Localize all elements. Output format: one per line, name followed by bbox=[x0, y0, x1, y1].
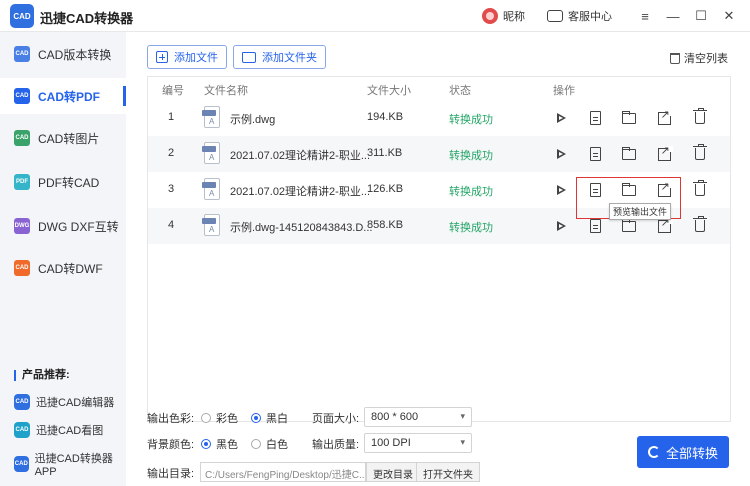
preview-tooltip: 预览输出文件 bbox=[609, 203, 672, 220]
table-header: 编号 文件名称 文件大小 状态 操作 bbox=[148, 77, 730, 99]
clear-list-button[interactable]: 清空列表 bbox=[670, 50, 728, 66]
delete-icon[interactable] bbox=[691, 180, 709, 199]
plus-icon bbox=[156, 51, 168, 63]
sidebar-item-cad-to-pdf[interactable]: CAD CAD转PDF bbox=[0, 78, 126, 114]
minimize-button[interactable]: — bbox=[660, 6, 686, 26]
dwg-file-icon bbox=[202, 214, 220, 236]
color-label: 输出色彩: bbox=[147, 413, 195, 425]
header-num: 编号 bbox=[162, 85, 184, 97]
dwg-file-icon bbox=[202, 178, 220, 200]
bg-option-white[interactable]: 白色 bbox=[251, 436, 288, 452]
page-size-label: 页面大小: bbox=[312, 413, 360, 425]
preview-doc-icon[interactable] bbox=[586, 145, 604, 163]
sidebar-item-cad-version[interactable]: CAD CAD版本转换 bbox=[0, 36, 126, 72]
dir-label: 输出目录: bbox=[147, 468, 195, 480]
delete-icon[interactable] bbox=[691, 216, 709, 235]
main-panel: 添加文件 添加文件夹 清空列表 编号 文件名称 文件大小 状态 操作 1 示例.… bbox=[126, 32, 750, 486]
share-icon[interactable] bbox=[655, 108, 673, 127]
pdf-to-cad-icon: PDF bbox=[14, 174, 30, 190]
recommend-item-cad-editor[interactable]: CAD 迅捷CAD编辑器 bbox=[14, 394, 114, 410]
dwg-file-icon bbox=[202, 142, 220, 164]
play-icon[interactable] bbox=[552, 145, 570, 163]
play-icon[interactable] bbox=[552, 109, 570, 127]
trash-icon bbox=[670, 52, 680, 64]
table-row: 1 示例.dwg 194.KB 转换成功 bbox=[148, 100, 730, 136]
recommend-item-cad-app[interactable]: CAD 迅捷CAD转换器APP bbox=[14, 450, 126, 478]
add-file-button[interactable]: 添加文件 bbox=[147, 45, 227, 69]
sidebar: CAD CAD版本转换 CAD CAD转PDF CAD CAD转图片 PDF P… bbox=[0, 32, 126, 486]
close-button[interactable]: ✕ bbox=[716, 6, 742, 26]
output-settings: 输出色彩: 彩色 黑白 页面大小: 800 * 600 ▾ 背景颜色: 黑色 白… bbox=[126, 402, 750, 486]
header-ops: 操作 bbox=[553, 85, 575, 97]
cad-viewer-icon: CAD bbox=[14, 422, 30, 438]
share-icon[interactable] bbox=[655, 144, 673, 163]
color-option-color[interactable]: 彩色 bbox=[201, 410, 238, 426]
sidebar-item-pdf-to-cad[interactable]: PDF PDF转CAD bbox=[0, 164, 126, 200]
delete-icon[interactable] bbox=[691, 144, 709, 163]
quality-label: 输出质量: bbox=[312, 439, 360, 451]
radio-icon bbox=[251, 439, 261, 449]
sidebar-item-cad-to-image[interactable]: CAD CAD转图片 bbox=[0, 120, 126, 156]
chevron-down-icon: ▾ bbox=[460, 411, 465, 421]
add-folder-button[interactable]: 添加文件夹 bbox=[233, 45, 326, 69]
quality-select[interactable]: 100 DPI ▾ bbox=[364, 433, 472, 453]
dwg-file-icon bbox=[202, 106, 220, 128]
output-dir-field[interactable]: C:/Users/FengPing/Desktop/迅捷C... bbox=[200, 462, 366, 482]
app-title: 迅捷CAD转换器 bbox=[40, 11, 134, 26]
color-option-bw[interactable]: 黑白 bbox=[251, 410, 288, 426]
recommend-title: 产品推荐: bbox=[14, 370, 70, 381]
open-folder-icon[interactable] bbox=[620, 109, 638, 127]
chevron-down-icon: ▾ bbox=[460, 437, 465, 447]
chat-icon bbox=[547, 10, 563, 22]
play-icon[interactable] bbox=[552, 181, 570, 199]
table-row: 2 2021.07.02理论精讲2-职业... 311.KB 转换成功 bbox=[148, 136, 730, 172]
open-folder-icon[interactable] bbox=[620, 145, 638, 163]
radio-selected-icon bbox=[201, 439, 211, 449]
app-logo: CAD bbox=[10, 4, 34, 28]
preview-doc-icon[interactable] bbox=[586, 109, 604, 127]
header-size: 文件大小 bbox=[367, 85, 411, 97]
user-nickname-button[interactable]: 昵称 bbox=[482, 8, 525, 24]
folder-icon bbox=[242, 51, 256, 63]
recommend-item-cad-viewer[interactable]: CAD 迅捷CAD看图 bbox=[14, 422, 103, 438]
change-dir-button[interactable]: 更改目录 bbox=[366, 462, 420, 482]
dwg-dxf-icon: DWG bbox=[14, 218, 30, 234]
page-size-select[interactable]: 800 * 600 ▾ bbox=[364, 407, 472, 427]
maximize-button[interactable]: ☐ bbox=[688, 6, 714, 26]
cad-app-icon: CAD bbox=[14, 456, 29, 472]
cad-editor-icon: CAD bbox=[14, 394, 30, 410]
bg-option-black[interactable]: 黑色 bbox=[201, 436, 238, 452]
delete-icon[interactable] bbox=[691, 108, 709, 127]
bg-label: 背景颜色: bbox=[147, 439, 195, 451]
sync-icon bbox=[647, 446, 660, 458]
sidebar-item-cad-to-dwf[interactable]: CAD CAD转DWF bbox=[0, 250, 126, 286]
title-bar: CAD 迅捷CAD转换器 昵称 客服中心 ≡ — ☐ ✕ bbox=[0, 0, 750, 32]
open-folder-button[interactable]: 打开文件夹 bbox=[416, 462, 480, 482]
file-table: 编号 文件名称 文件大小 状态 操作 1 示例.dwg 194.KB 转换成功 … bbox=[147, 76, 731, 422]
radio-selected-icon bbox=[251, 413, 261, 423]
preview-doc-icon[interactable] bbox=[586, 217, 604, 235]
support-center-button[interactable]: 客服中心 bbox=[547, 8, 612, 24]
cad-to-image-icon: CAD bbox=[14, 130, 30, 146]
menu-icon[interactable]: ≡ bbox=[632, 6, 658, 26]
play-icon[interactable] bbox=[552, 217, 570, 235]
cad-version-icon: CAD bbox=[14, 46, 30, 62]
convert-all-button[interactable]: 全部转换 bbox=[637, 436, 729, 468]
cad-to-dwf-icon: CAD bbox=[14, 260, 30, 276]
cad-to-pdf-icon: CAD bbox=[14, 88, 30, 104]
avatar-icon bbox=[482, 8, 498, 24]
header-status: 状态 bbox=[449, 85, 471, 97]
radio-icon bbox=[201, 413, 211, 423]
header-name: 文件名称 bbox=[204, 85, 248, 97]
sidebar-item-dwg-dxf[interactable]: DWG DWG DXF互转 bbox=[0, 208, 126, 244]
